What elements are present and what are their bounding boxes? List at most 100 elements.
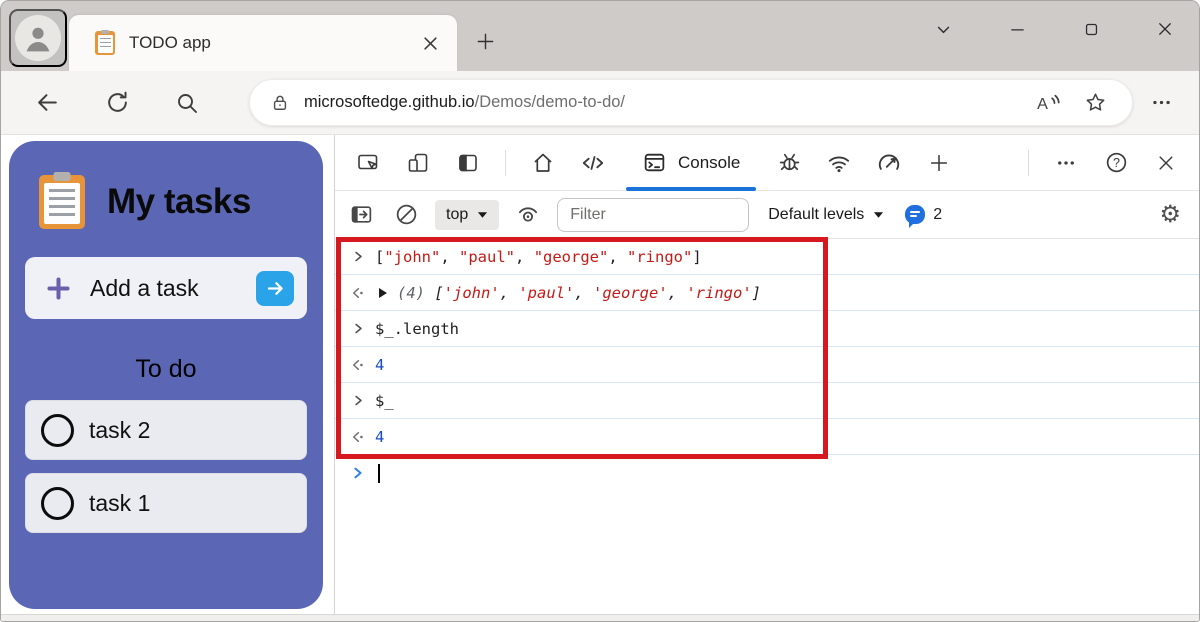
clear-console-icon[interactable] [390,199,422,231]
maximize-icon[interactable] [1071,9,1111,49]
console-result-row: 4 [335,419,1199,455]
console-row-text: 4 [375,427,385,446]
expand-triangle-icon[interactable] [378,287,388,299]
add-task-card[interactable]: Add a task [25,257,307,319]
clipboard-icon [39,172,85,229]
content-area: My tasks Add a task To do task 2 task 1 [1,135,1199,614]
url-text: microsoftedge.github.io/Demos/demo-to-do… [304,93,1016,112]
prompt-chevron-icon [354,467,362,479]
minimize-icon[interactable] [997,9,1037,49]
tab-elements-code-icon[interactable] [570,144,616,182]
todo-section-heading: To do [135,355,197,383]
toolbar-separator [505,149,506,176]
console-result-row: 4 [335,347,1199,383]
chevron-down-icon [874,211,884,218]
issues-count: 2 [933,205,943,223]
url-host: microsoftedge.github.io [304,93,475,111]
command-chevron-icon [354,323,362,334]
live-expression-eye-icon[interactable] [512,199,544,231]
task-complete-circle[interactable] [41,486,74,520]
console-terminal-icon [644,153,665,172]
read-aloud-icon[interactable]: A [1030,86,1064,120]
address-bar[interactable]: microsoftedge.github.io/Demos/demo-to-do… [249,79,1133,126]
console-row-text: $_ [375,391,394,410]
svg-text:?: ? [1112,156,1119,170]
window-controls [923,9,1185,49]
console-command-row: ["john", "paul", "george", "ringo"] [335,239,1199,275]
page-area: My tasks Add a task To do task 2 task 1 [1,135,334,614]
devtools-toolbar-right: ? [1018,144,1189,182]
task-complete-circle[interactable] [41,413,74,447]
avatar [15,15,61,61]
tab-console[interactable]: Console [620,135,762,191]
browser-menu-dots-icon[interactable] [1143,85,1179,121]
tab-favicon-clipboard-icon [95,29,115,55]
issues-counter[interactable]: 2 [905,205,943,228]
command-chevron-icon [354,251,362,262]
add-task-label: Add a task [90,274,199,301]
add-task-submit-button[interactable] [256,270,294,306]
help-icon[interactable]: ? [1093,144,1139,182]
console-prompt[interactable] [335,455,1199,491]
refresh-icon[interactable] [95,81,139,125]
device-emulation-icon[interactable] [395,144,441,182]
devtools-menu-dots-icon[interactable] [1043,144,1089,182]
tab-strip: TODO app [1,1,1199,71]
tab-actions-chevron-icon[interactable] [923,9,963,49]
console-toolbar: top Default levels 2 ⚙ [335,191,1199,239]
console-result-row: (4) ['john', 'paul', 'george', 'ringo'] [335,275,1199,311]
context-label: top [446,205,469,223]
chevron-down-icon [478,211,488,218]
browser-tab[interactable]: TODO app [69,15,457,71]
toolbar-separator [1028,149,1029,176]
browser-window: TODO app microsoftedge.github.io/Demos/d… [0,0,1200,622]
todo-app-title: My tasks [107,182,251,221]
navigation-bar: microsoftedge.github.io/Demos/demo-to-do… [1,71,1199,135]
tab-close-icon[interactable] [415,28,445,58]
lock-icon [273,95,287,110]
log-levels-dropdown[interactable]: Default levels [768,206,884,224]
task-item[interactable]: task 2 [25,400,307,460]
new-tab-button[interactable] [467,23,503,59]
javascript-context-selector[interactable]: top [435,199,500,230]
person-icon [26,27,50,52]
more-tools-plus-icon[interactable] [916,144,962,182]
text-cursor [378,463,380,483]
favorites-star-icon[interactable] [1078,86,1112,120]
console-row-text: ["john", "paul", "george", "ringo"] [375,247,702,266]
inspect-element-icon[interactable] [345,144,391,182]
profile-button[interactable] [9,9,67,67]
log-levels-label: Default levels [768,205,865,223]
console-sidebar-icon[interactable] [345,199,377,231]
issues-bubble-icon [905,205,926,228]
result-arrow-icon [352,287,363,298]
console-tab-label: Console [678,152,741,172]
task-label: task 1 [89,489,151,516]
todo-app-panel: My tasks Add a task To do task 2 task 1 [9,141,323,609]
console-row-text: 4 [375,355,385,374]
tab-welcome-home-icon[interactable] [520,144,566,182]
task-list: task 2 task 1 [25,400,307,533]
devtools-toolbar: Console ? [335,135,1199,191]
command-chevron-icon [354,395,362,406]
console-command-row: $_.length [335,311,1199,347]
network-wifi-icon[interactable] [816,144,862,182]
close-window-icon[interactable] [1145,9,1185,49]
search-icon[interactable] [165,81,209,125]
console-row-text: (4) ['john', 'paul', 'george', 'ringo'] [397,283,762,302]
svg-text:A: A [1037,95,1048,113]
back-icon[interactable] [25,81,69,125]
task-item[interactable]: task 1 [25,473,307,533]
console-log-rows: ["john", "paul", "george", "ringo"] (4) [… [335,239,1199,455]
tab-title: TODO app [129,33,211,52]
console-filter-input[interactable] [557,197,750,232]
result-arrow-icon [352,431,363,442]
result-arrow-icon [352,359,363,370]
debugger-bug-icon[interactable] [766,144,812,182]
activity-bar-layout-icon[interactable] [445,144,491,182]
console-log: ["john", "paul", "george", "ringo"] (4) [… [335,239,1199,614]
performance-gauge-icon[interactable] [866,144,912,182]
console-settings-gear-icon[interactable]: ⚙ [1159,202,1181,227]
console-command-row: $_ [335,383,1199,419]
close-devtools-icon[interactable] [1143,144,1189,182]
